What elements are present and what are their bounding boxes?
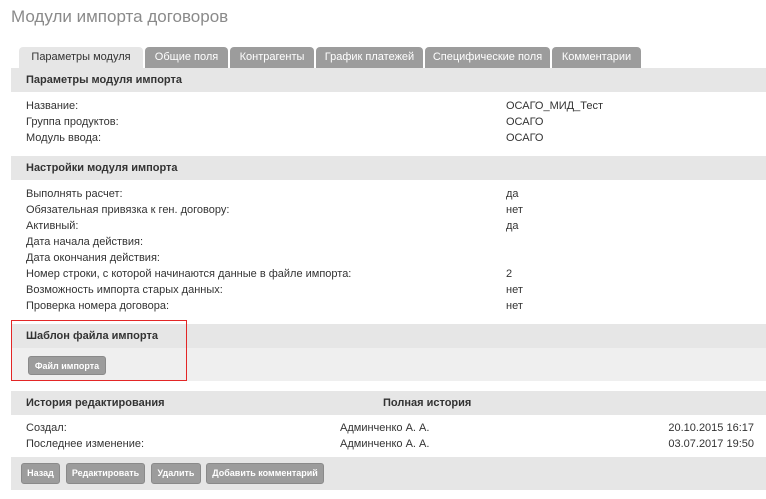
history-heading: История редактирования	[26, 397, 165, 409]
tab-counterparties[interactable]: Контрагенты	[230, 47, 314, 68]
param-label: Группа продуктов:	[26, 116, 119, 128]
page-title: Модули импорта договоров	[11, 7, 229, 26]
param-row: Название: ОСАГО_МИД_Тест	[26, 98, 766, 114]
history-row: Создал: Админченко А. А. 20.10.2015 16:1…	[26, 420, 766, 436]
setting-value: нет	[506, 204, 523, 216]
setting-label: Возможность импорта старых данных:	[26, 284, 223, 296]
history-header: История редактирования Полная история	[11, 391, 766, 415]
setting-label: Номер строки, с которой начинаются данны…	[26, 268, 352, 280]
setting-row: Обязательная привязка к ген. договору: н…	[26, 202, 766, 218]
param-value: ОСАГО_МИД_Тест	[506, 100, 604, 112]
setting-row: Возможность импорта старых данных: нет	[26, 282, 766, 298]
tab-module-params[interactable]: Параметры модуля	[19, 47, 143, 69]
import-template-section: Шаблон файла импорта Файл импорта	[11, 324, 766, 381]
setting-row: Выполнять расчет: да	[26, 186, 766, 202]
history-date: 20.10.2015 16:17	[668, 422, 754, 434]
import-template-heading: Шаблон файла импорта	[11, 324, 766, 348]
module-settings-section: Настройки модуля импорта Выполнять расче…	[11, 156, 766, 320]
param-label: Название:	[26, 100, 79, 112]
param-value: ОСАГО	[506, 116, 544, 128]
module-settings-heading: Настройки модуля импорта	[11, 156, 766, 180]
param-row: Модуль ввода: ОСАГО	[26, 130, 766, 146]
back-button[interactable]: Назад	[21, 463, 60, 484]
module-params-section: Параметры модуля импорта Название: ОСАГО…	[11, 68, 766, 154]
history-label: Создал:	[26, 422, 67, 434]
param-row: Группа продуктов: ОСАГО	[26, 114, 766, 130]
full-history-link[interactable]: Полная история	[383, 391, 471, 415]
add-comment-button[interactable]: Добавить комментарий	[206, 463, 324, 484]
history-row: Последнее изменение: Админченко А. А. 03…	[26, 436, 766, 452]
setting-label: Выполнять расчет:	[26, 188, 123, 200]
history-user: Админченко А. А.	[340, 438, 430, 450]
tab-general-fields[interactable]: Общие поля	[145, 47, 228, 68]
setting-label: Дата начала действия:	[26, 236, 144, 248]
setting-row: Номер строки, с которой начинаются данны…	[26, 266, 766, 282]
setting-value: 2	[506, 268, 513, 280]
setting-label: Обязательная привязка к ген. договору:	[26, 204, 230, 216]
history-date: 03.07.2017 19:50	[668, 438, 754, 450]
setting-row: Дата начала действия:	[26, 234, 766, 250]
action-bar: Назад Редактировать Удалить Добавить ком…	[11, 457, 766, 490]
delete-button[interactable]: Удалить	[151, 463, 201, 484]
module-params-heading: Параметры модуля импорта	[11, 68, 766, 92]
setting-value: нет	[506, 284, 523, 296]
setting-value: да	[506, 188, 519, 200]
tab-specific-fields[interactable]: Специфические поля	[425, 47, 550, 68]
setting-row: Активный: да	[26, 218, 766, 234]
history-label: Последнее изменение:	[26, 438, 145, 450]
setting-row: Проверка номера договора: нет	[26, 298, 766, 314]
setting-row: Дата окончания действия:	[26, 250, 766, 266]
edit-button[interactable]: Редактировать	[66, 463, 145, 484]
tab-payment-schedule[interactable]: График платежей	[316, 47, 423, 68]
import-file-button[interactable]: Файл импорта	[28, 356, 106, 375]
setting-label: Активный:	[26, 220, 79, 232]
param-value: ОСАГО	[506, 132, 544, 144]
setting-value: да	[506, 220, 519, 232]
setting-value: нет	[506, 300, 523, 312]
param-label: Модуль ввода:	[26, 132, 102, 144]
setting-label: Проверка номера договора:	[26, 300, 170, 312]
history-user: Админченко А. А.	[340, 422, 430, 434]
tab-comments[interactable]: Комментарии	[552, 47, 641, 68]
setting-label: Дата окончания действия:	[26, 252, 160, 264]
